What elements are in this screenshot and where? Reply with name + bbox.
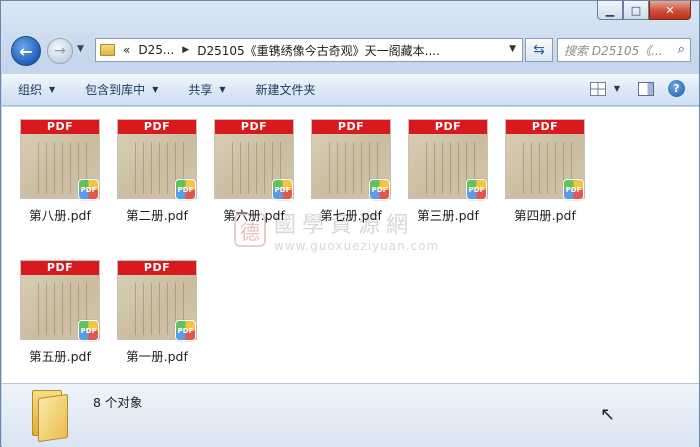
new-folder-label: 新建文件夹 bbox=[255, 83, 316, 97]
organize-menu[interactable]: 组织 ▼ bbox=[18, 81, 55, 98]
recent-pages-dropdown[interactable]: ▼ bbox=[77, 44, 84, 54]
command-bar: 组织 ▼ 包含到库中 ▼ 共享 ▼ 新建文件夹 ▼ ? bbox=[2, 74, 699, 106]
pdf-app-icon: PDF bbox=[175, 320, 196, 341]
file-item[interactable]: PDF PDF 第四册.pdf bbox=[497, 119, 589, 229]
maximize-button[interactable]: □ bbox=[623, 1, 649, 20]
pdf-band-label: PDF bbox=[312, 120, 390, 134]
file-item[interactable]: PDF PDF 第六册.pdf bbox=[206, 119, 298, 229]
pdf-band-label: PDF bbox=[409, 120, 487, 134]
chevron-down-icon: ▼ bbox=[152, 85, 159, 94]
explorer-window: ▁ □ ✕ ← → ▼ « D25... ▶ D25105《重镌绣像今古奇观》天… bbox=[0, 0, 700, 447]
refresh-icon: ⇆ bbox=[533, 42, 545, 58]
pdf-band-label: PDF bbox=[21, 120, 99, 134]
preview-pane-icon[interactable] bbox=[638, 81, 654, 96]
pdf-band-label: PDF bbox=[21, 261, 99, 275]
forward-button[interactable]: → bbox=[47, 38, 73, 64]
refresh-button[interactable]: ⇆ bbox=[525, 38, 553, 62]
pdf-app-icon: PDF bbox=[78, 320, 99, 341]
file-name: 第三册.pdf bbox=[417, 208, 479, 223]
file-item[interactable]: PDF PDF 第三册.pdf bbox=[400, 119, 492, 229]
back-button[interactable]: ← bbox=[11, 36, 41, 66]
file-name: 第五册.pdf bbox=[29, 349, 91, 364]
share-label: 共享 bbox=[188, 83, 213, 97]
breadcrumb-overflow[interactable]: « bbox=[123, 43, 130, 57]
organize-label: 组织 bbox=[18, 83, 43, 97]
pdf-app-icon: PDF bbox=[466, 179, 487, 200]
forward-arrow-icon: → bbox=[54, 43, 66, 59]
folder-icon bbox=[100, 44, 115, 56]
mouse-pointer-icon: ↖ bbox=[600, 404, 616, 425]
watermark-url: www.guoxueziyuan.com bbox=[274, 239, 440, 253]
file-name: 第六册.pdf bbox=[223, 208, 285, 223]
file-name: 第一册.pdf bbox=[126, 349, 188, 364]
share-menu[interactable]: 共享 ▼ bbox=[188, 81, 225, 98]
file-name: 第八册.pdf bbox=[29, 208, 91, 223]
file-list: 德 國學資源網 www.guoxueziyuan.com PDF PDF 第八册… bbox=[2, 107, 699, 383]
breadcrumb-separator-icon[interactable]: ▶ bbox=[182, 45, 189, 55]
pdf-app-icon: PDF bbox=[369, 179, 390, 200]
file-item[interactable]: PDF PDF 第五册.pdf bbox=[12, 260, 104, 370]
breadcrumb-parent[interactable]: D25... bbox=[138, 43, 174, 57]
pdf-app-icon: PDF bbox=[78, 179, 99, 200]
item-count: 8 个对象 bbox=[93, 395, 143, 410]
file-name: 第二册.pdf bbox=[126, 208, 188, 223]
back-arrow-icon: ← bbox=[19, 41, 33, 61]
pdf-band-label: PDF bbox=[506, 120, 584, 134]
include-library-label: 包含到库中 bbox=[85, 83, 146, 97]
pdf-app-icon: PDF bbox=[272, 179, 293, 200]
folder-icon bbox=[30, 390, 70, 443]
minimize-button[interactable]: ▁ bbox=[597, 1, 623, 20]
change-view-icon[interactable] bbox=[589, 81, 606, 96]
pdf-band-label: PDF bbox=[215, 120, 293, 134]
new-folder-button[interactable]: 新建文件夹 bbox=[256, 81, 316, 98]
chevron-down-icon: ▼ bbox=[49, 85, 56, 94]
pdf-band-label: PDF bbox=[118, 261, 196, 275]
pdf-app-icon: PDF bbox=[175, 179, 196, 200]
caption-buttons: ▁ □ ✕ bbox=[597, 1, 691, 20]
file-item[interactable]: PDF PDF 第二册.pdf bbox=[109, 119, 201, 229]
address-dropdown-icon[interactable]: ▼ bbox=[509, 44, 516, 54]
include-library-menu[interactable]: 包含到库中 ▼ bbox=[85, 81, 158, 98]
address-row: ← → ▼ « D25... ▶ D25105《重镌绣像今古奇观》天一阁藏本..… bbox=[9, 36, 691, 66]
search-placeholder: 搜索 D25105《... bbox=[564, 43, 663, 58]
help-icon[interactable]: ? bbox=[668, 80, 685, 97]
breadcrumb-current[interactable]: D25105《重镌绣像今古奇观》天一阁藏本.... bbox=[197, 42, 440, 59]
view-options-dropdown-icon[interactable]: ▼ bbox=[614, 84, 620, 93]
details-pane: 8 个对象 ↖ bbox=[2, 383, 699, 447]
search-icon[interactable]: ⌕ bbox=[678, 42, 685, 57]
close-button[interactable]: ✕ bbox=[649, 1, 691, 20]
pdf-band-label: PDF bbox=[118, 120, 196, 134]
file-name: 第四册.pdf bbox=[514, 208, 576, 223]
chevron-down-icon: ▼ bbox=[219, 85, 226, 94]
search-input[interactable]: 搜索 D25105《... ⌕ bbox=[557, 38, 691, 62]
file-name: 第七册.pdf bbox=[320, 208, 382, 223]
pdf-app-icon: PDF bbox=[563, 179, 584, 200]
file-item[interactable]: PDF PDF 第一册.pdf bbox=[109, 260, 201, 370]
address-bar[interactable]: « D25... ▶ D25105《重镌绣像今古奇观》天一阁藏本.... ▼ bbox=[95, 38, 523, 62]
toolbar-right: ▼ ? bbox=[589, 80, 685, 97]
file-item[interactable]: PDF PDF 第八册.pdf bbox=[12, 119, 104, 229]
file-item[interactable]: PDF PDF 第七册.pdf bbox=[303, 119, 395, 229]
